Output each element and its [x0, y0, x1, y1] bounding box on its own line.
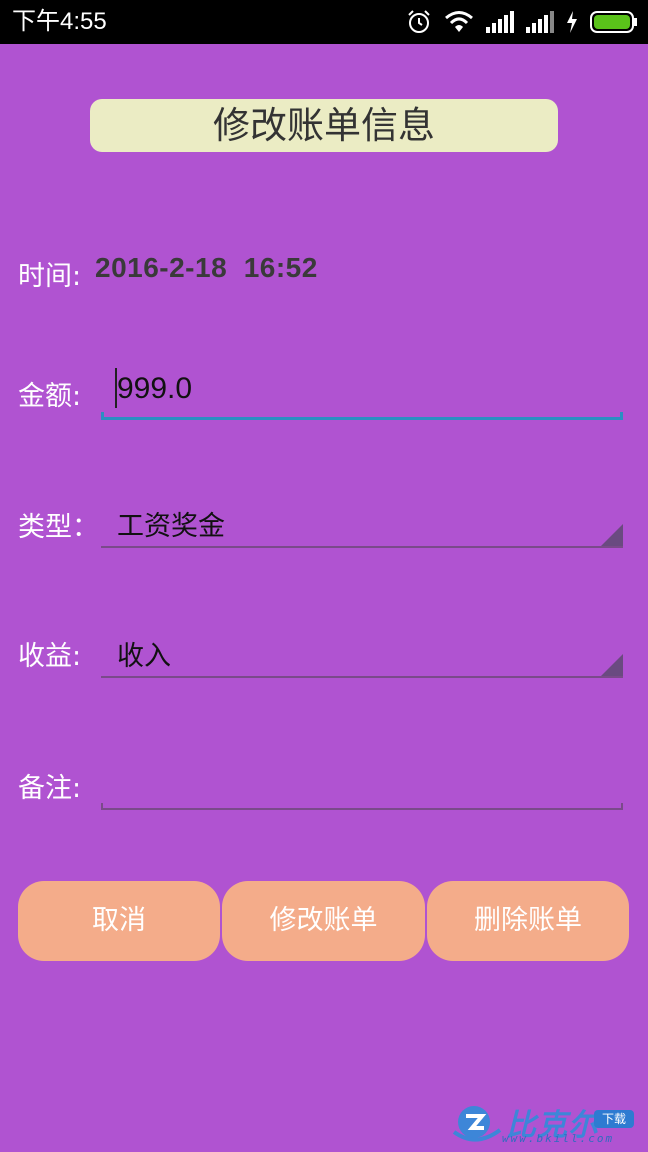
signal-icon: [526, 11, 554, 33]
income-selected-value: 收入: [117, 641, 171, 672]
type-dropdown[interactable]: 工资奖金: [101, 498, 623, 548]
amount-input[interactable]: 999.0: [101, 366, 623, 420]
time-value: 2016-2-18 16:52: [95, 252, 318, 283]
dropdown-arrow-icon: [601, 524, 623, 546]
watermark-badge: 下载: [594, 1110, 634, 1128]
amount-value: 999.0: [117, 372, 193, 405]
type-label: 类型：: [18, 512, 99, 543]
status-icons: [406, 8, 638, 36]
income-dropdown[interactable]: 收入: [101, 628, 623, 678]
modify-bill-button[interactable]: 修改账单: [222, 881, 425, 961]
status-time: 下午4:55: [12, 8, 107, 35]
type-underline: [101, 546, 623, 548]
charging-icon: [566, 11, 578, 33]
watermark-logo-icon: [452, 1102, 502, 1150]
note-label: 备注:: [18, 773, 82, 804]
income-label: 收益:: [18, 641, 82, 672]
alarm-icon: [406, 9, 432, 35]
income-underline: [101, 676, 623, 678]
type-selected-value: 工资奖金: [117, 511, 225, 542]
note-underline: [101, 803, 623, 810]
watermark: 比克尔 下载 www.bkill.com: [452, 1100, 642, 1148]
battery-icon: [590, 11, 638, 33]
page-title: 修改账单信息: [90, 99, 558, 152]
signal-icon: [486, 11, 514, 33]
time-label: 时间:: [18, 261, 82, 292]
wifi-icon: [444, 10, 474, 34]
dropdown-arrow-icon: [601, 654, 623, 676]
status-bar: 下午4:55: [0, 0, 648, 44]
note-input[interactable]: [101, 760, 623, 810]
cancel-button[interactable]: 取消: [18, 881, 220, 961]
watermark-url: www.bkill.com: [502, 1132, 615, 1145]
amount-label: 金额:: [18, 381, 82, 412]
amount-underline: [101, 412, 623, 420]
delete-bill-button[interactable]: 删除账单: [427, 881, 629, 961]
